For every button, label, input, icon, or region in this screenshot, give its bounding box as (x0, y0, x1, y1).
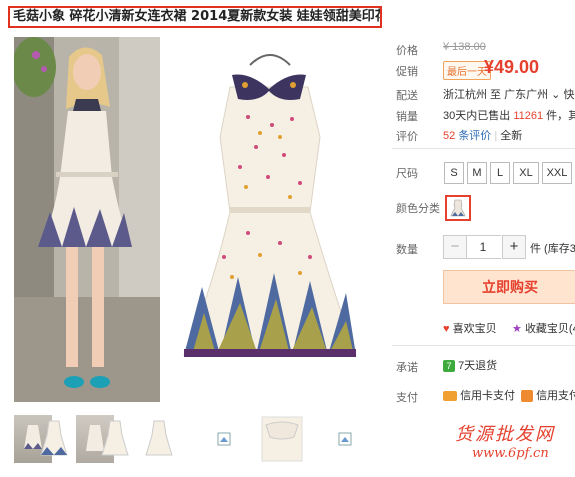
like-label[interactable]: 喜欢宝贝 (453, 323, 497, 335)
watermark-url: www.6pf.cn (472, 446, 549, 461)
label-price: 价格 (396, 45, 418, 57)
label-color: 颜色分类 (396, 203, 440, 215)
credit-card-payment[interactable]: 信用卡支付 (443, 387, 515, 403)
model-photo[interactable] (14, 37, 160, 402)
sales-suffix: 件，其中交 (546, 110, 575, 122)
thumb-collar-detail-icon (261, 416, 303, 462)
label-quantity: 数量 (396, 244, 418, 256)
shipping-route[interactable]: 浙江杭州 至 广东广州 ⌄ 快递:6 (443, 89, 575, 101)
broken-image-icon (217, 432, 231, 446)
collect-item-link[interactable]: ★ 收藏宝贝(46 (512, 320, 575, 336)
sales-info: 30天内已售出 11261 件，其中交 (443, 107, 575, 123)
like-item-link[interactable]: ♥ 喜欢宝贝 (443, 320, 497, 336)
heart-icon: ♥ (443, 323, 450, 335)
quantity-input[interactable]: 1 (465, 235, 501, 259)
stock-info: 件 (库存37 (530, 243, 575, 255)
rating-info: 52 条评价 | 全新 (443, 127, 522, 143)
thumbnail-6[interactable] (205, 415, 243, 463)
size-option-l[interactable]: L (490, 162, 510, 184)
label-sales: 销量 (396, 111, 418, 123)
model-illustration (14, 37, 160, 402)
main-product-photo[interactable] (160, 37, 378, 402)
size-option-xl[interactable]: XL (513, 162, 539, 184)
thumbnail-8[interactable] (326, 415, 364, 463)
thumb-dress-icon (101, 420, 129, 456)
shipping-info[interactable]: 浙江杭州 至 广东广州 ⌄ 快递:6 (443, 86, 575, 102)
thumbnail-2[interactable] (35, 415, 73, 463)
label-rating: 评价 (396, 131, 418, 143)
dress-illustration (183, 54, 357, 357)
star-icon: ★ (512, 323, 522, 335)
credit-pay-icon (521, 390, 533, 403)
sales-count: 11261 (513, 110, 544, 122)
rating-all: 全新 (500, 130, 523, 142)
size-option-m[interactable]: M (467, 162, 487, 184)
rating-suffix[interactable]: 条评价 (458, 130, 491, 142)
thumbnail-5[interactable] (140, 415, 178, 463)
color-swatch-dress[interactable] (445, 195, 471, 221)
label-size: 尺码 (396, 168, 418, 180)
credit-card-label[interactable]: 信用卡支付 (460, 390, 515, 402)
quantity-decrease-button[interactable]: − (443, 235, 467, 259)
thumb-dress-icon (40, 420, 68, 456)
label-promo: 促销 (396, 66, 418, 78)
quantity-increase-button[interactable]: + (502, 235, 526, 259)
size-option-xxl[interactable]: XXL (542, 162, 572, 184)
seven-day-icon: 7 (443, 360, 455, 372)
buy-now-button[interactable]: 立即购买 (443, 270, 575, 304)
rating-divider: | (494, 130, 498, 142)
sales-prefix: 30天内已售出 (443, 110, 511, 122)
current-price: ¥49.00 (484, 57, 540, 77)
rating-count[interactable]: 52 (443, 130, 455, 142)
credit-pay[interactable]: 信用支付 (521, 387, 575, 403)
watermark-title: 货源批发网 (455, 424, 555, 445)
thumb-dress-icon (145, 420, 173, 456)
credit-card-icon (443, 391, 457, 402)
product-title: 毛菇小象 碎花小清新女连衣裙 2014夏新款女装 娃娃领甜美印花裙 (8, 6, 382, 28)
collect-label[interactable]: 收藏宝贝(46 (525, 323, 575, 335)
dress-thumb-icon (450, 199, 466, 217)
label-shipping: 配送 (396, 90, 418, 102)
label-commit: 承诺 (396, 362, 418, 374)
divider (392, 148, 575, 149)
thumbnail-7[interactable] (258, 415, 306, 463)
thumbnail-4[interactable] (96, 415, 134, 463)
original-price: ¥ 138.00 (443, 41, 486, 53)
divider (392, 345, 575, 346)
label-payment: 支付 (396, 392, 418, 404)
return-policy[interactable]: 7 7天退货 (443, 357, 497, 373)
return-text[interactable]: 7天退货 (458, 360, 497, 372)
size-option-s[interactable]: S (444, 162, 464, 184)
credit-pay-label[interactable]: 信用支付 (536, 390, 575, 402)
broken-image-icon (338, 432, 352, 446)
